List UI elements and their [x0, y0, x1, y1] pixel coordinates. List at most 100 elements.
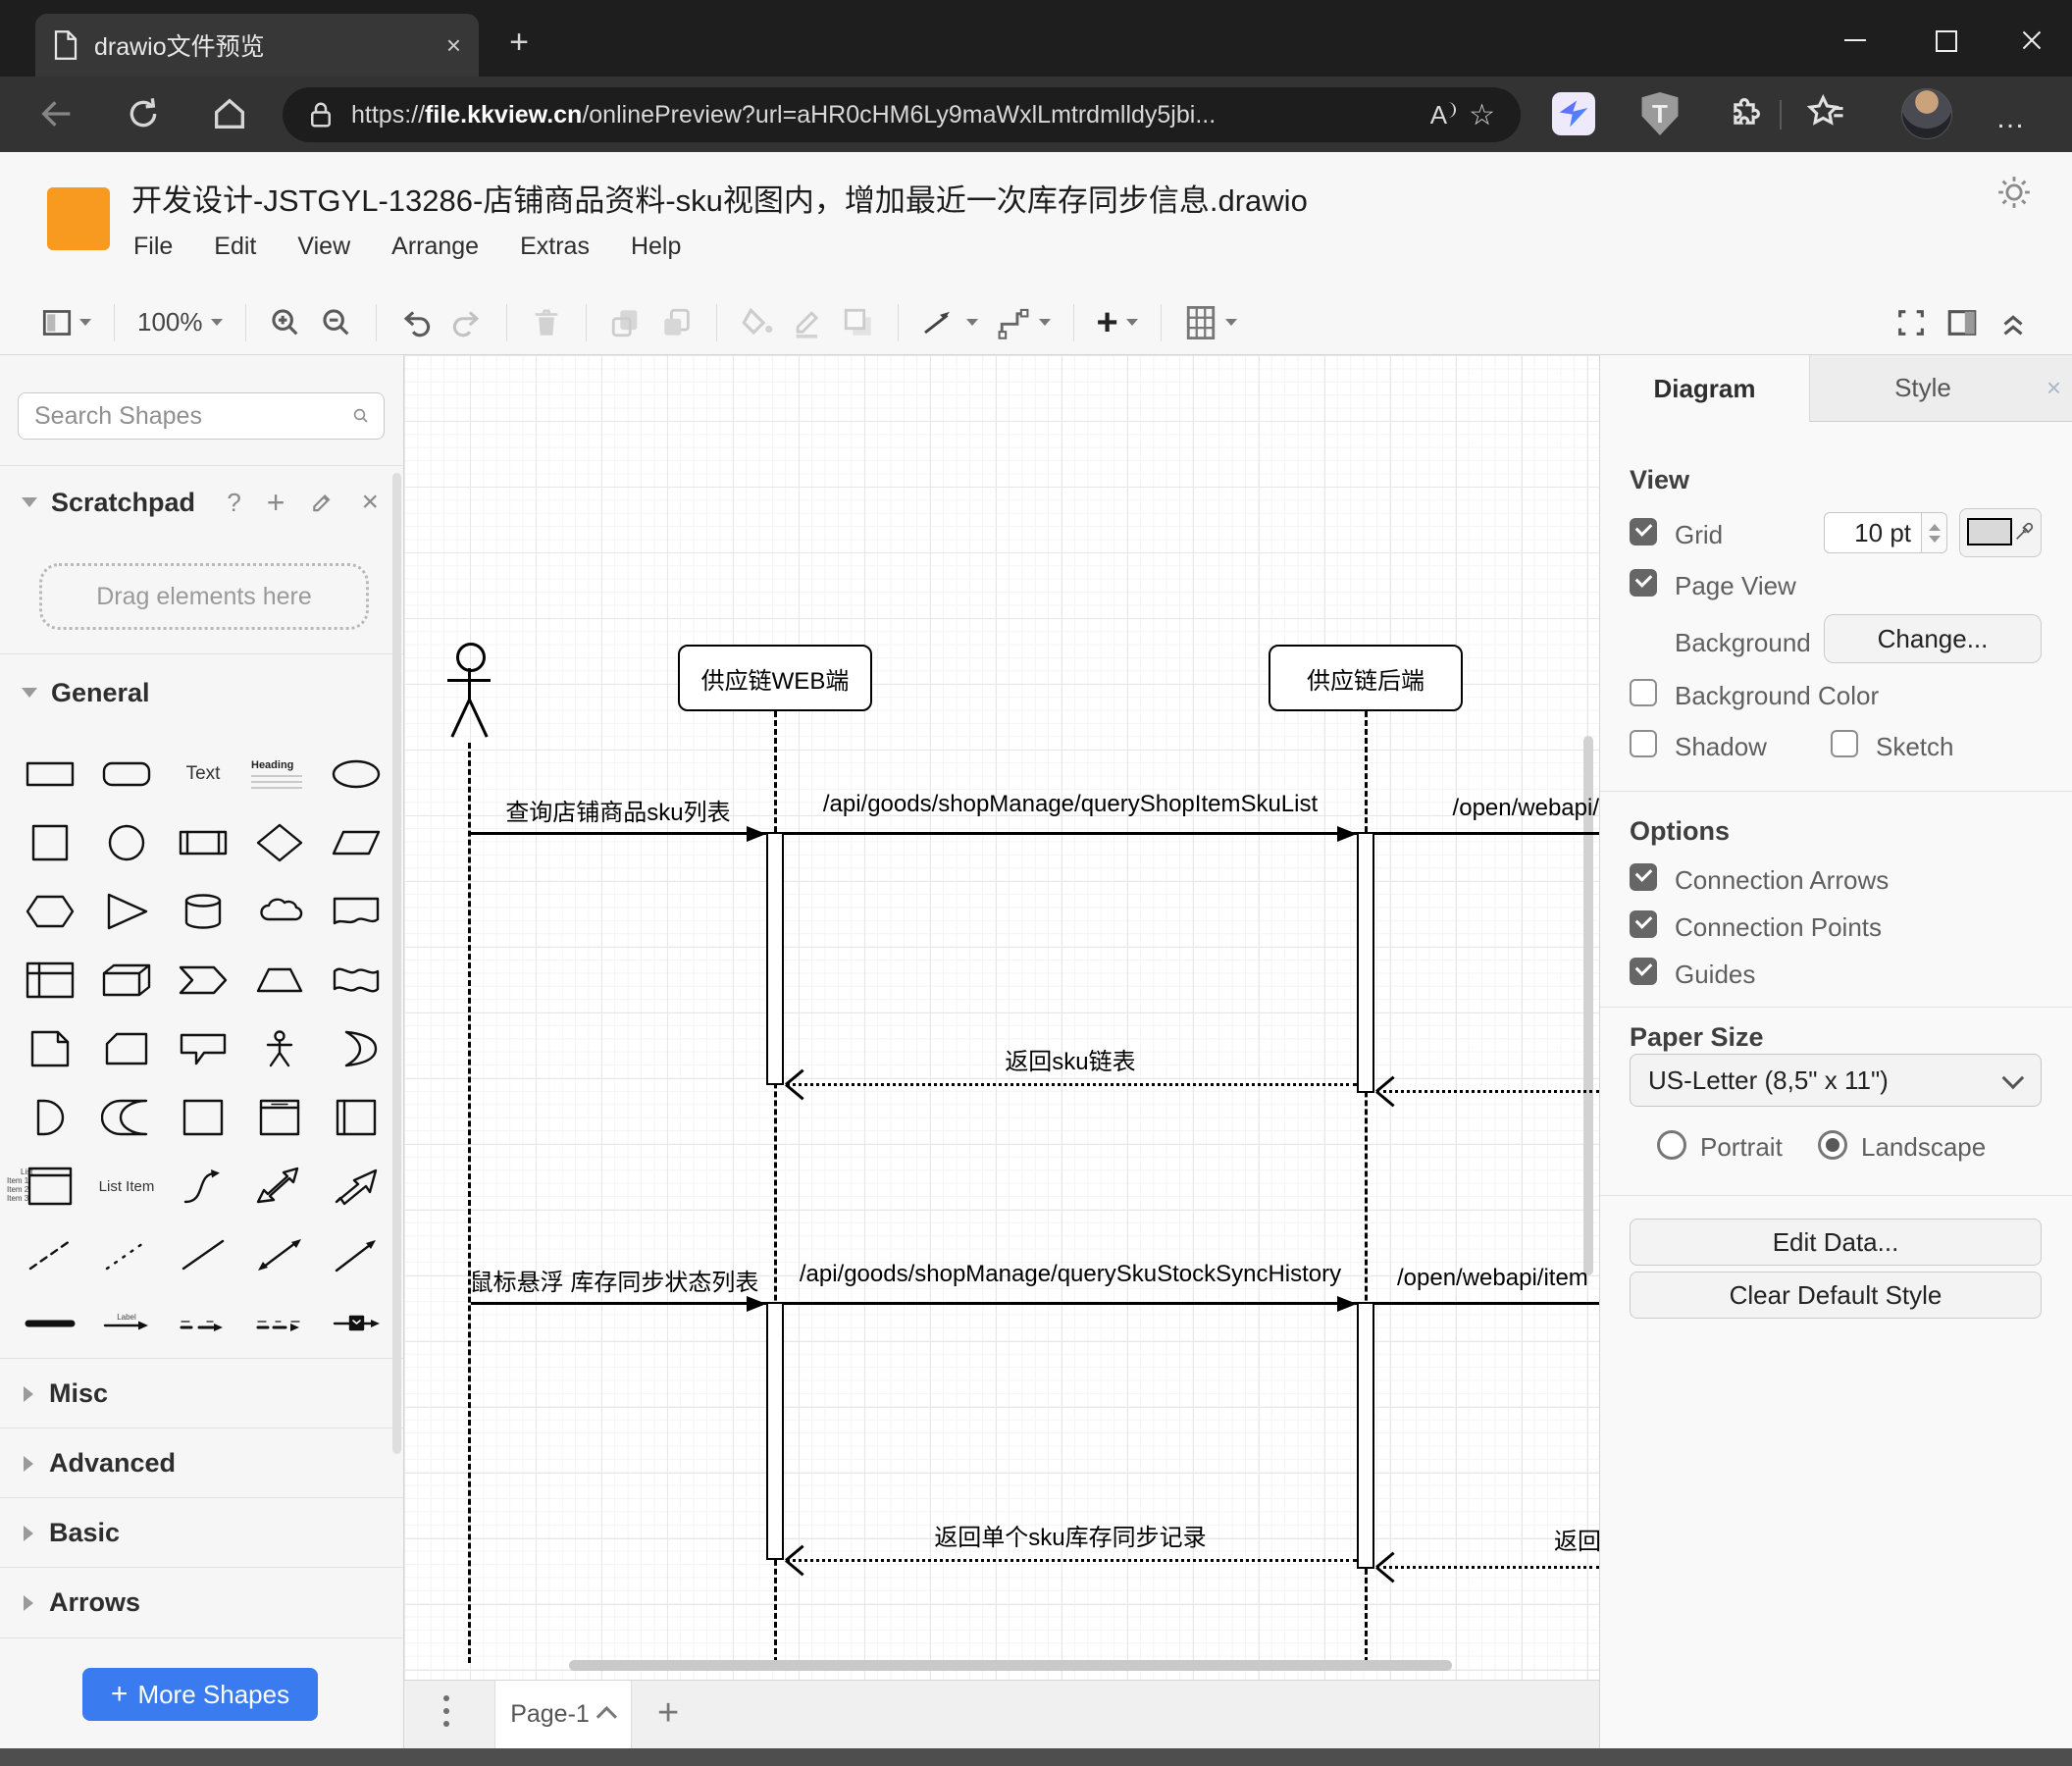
- return-label[interactable]: 返回sku链表: [784, 1042, 1357, 1076]
- background-color-checkbox[interactable]: [1630, 679, 1657, 706]
- shape-link[interactable]: [12, 1289, 88, 1358]
- fullscreen-icon[interactable]: [1894, 303, 1928, 342]
- scratchpad-help-icon[interactable]: ?: [227, 488, 240, 518]
- message-label[interactable]: /api/goods/shopManage/querySkuStockSyncH…: [784, 1261, 1357, 1288]
- activation-backend-1[interactable]: [1357, 832, 1374, 1093]
- theme-toggle-icon[interactable]: [1995, 174, 2033, 211]
- return-line[interactable]: [786, 1559, 1357, 1562]
- zoom-out-icon[interactable]: [320, 303, 353, 342]
- panel-close-icon[interactable]: ×: [2036, 355, 2072, 422]
- shape-process[interactable]: [165, 808, 241, 877]
- message-line[interactable]: [784, 832, 1357, 835]
- fill-color-icon[interactable]: [740, 303, 773, 342]
- shape-dotted-line[interactable]: [88, 1221, 165, 1289]
- shape-or[interactable]: [318, 1014, 394, 1083]
- message-label[interactable]: 鼠标悬浮 库存同步状态列表: [461, 1263, 767, 1297]
- section-basic[interactable]: Basic: [0, 1497, 403, 1568]
- format-panel-toggle-icon[interactable]: [1945, 303, 1979, 342]
- shadow-icon[interactable]: [842, 303, 875, 342]
- shape-tape[interactable]: [318, 946, 394, 1014]
- section-arrows[interactable]: Arrows: [0, 1567, 403, 1638]
- background-change-button[interactable]: Change...: [1824, 614, 2042, 663]
- refresh-icon[interactable]: [124, 94, 163, 133]
- shape-edge-with-labels[interactable]: [241, 1289, 318, 1358]
- shape-ellipse[interactable]: [318, 740, 394, 808]
- scratchpad-header[interactable]: Scratchpad ? + ×: [0, 481, 403, 524]
- shape-trapezoid[interactable]: [241, 946, 318, 1014]
- diagram-canvas[interactable]: 供应链WEB端 供应链后端 查询店铺商品sku列表 /api/goods/sho…: [404, 355, 1599, 1680]
- connection-arrows-checkbox[interactable]: [1630, 863, 1657, 891]
- landscape-radio[interactable]: [1818, 1130, 1847, 1160]
- shape-edge-with-source-label[interactable]: [165, 1289, 241, 1358]
- search-input[interactable]: [32, 400, 352, 432]
- connection-points-checkbox[interactable]: [1630, 910, 1657, 938]
- actor-icon[interactable]: [456, 643, 486, 672]
- view-panels-button[interactable]: [42, 303, 91, 342]
- grid-size-stepper[interactable]: [1922, 512, 1947, 553]
- activation-web-1[interactable]: [766, 832, 784, 1085]
- return-label[interactable]: 返回单个sku库存同步记录: [784, 1518, 1357, 1552]
- shape-bidirectional-connector[interactable]: [241, 1221, 318, 1289]
- message-label[interactable]: /open/webapi/item: [1397, 1265, 1599, 1292]
- shape-callout[interactable]: [165, 1014, 241, 1083]
- collections-star-icon[interactable]: [1805, 92, 1848, 135]
- extensions-puzzle-icon[interactable]: [1723, 92, 1766, 135]
- shape-document[interactable]: [318, 877, 394, 946]
- edit-data-button[interactable]: Edit Data...: [1630, 1219, 2042, 1266]
- portrait-radio[interactable]: [1657, 1130, 1686, 1160]
- shape-rectangle[interactable]: [12, 740, 88, 808]
- shape-list-item[interactable]: List Item: [88, 1152, 165, 1221]
- shape-dashed-line[interactable]: [12, 1221, 88, 1289]
- collapse-expand-icon[interactable]: [1996, 303, 2030, 342]
- grid-size-input[interactable]: 10 pt: [1824, 512, 1922, 553]
- scratchpad-add-icon[interactable]: +: [267, 485, 285, 521]
- participant-web[interactable]: 供应链WEB端: [678, 645, 872, 711]
- window-maximize-button[interactable]: [1933, 27, 1958, 53]
- shape-curve[interactable]: [165, 1152, 241, 1221]
- scratchpad-edit-icon[interactable]: [310, 490, 336, 515]
- message-line[interactable]: [1374, 832, 1599, 835]
- to-back-icon[interactable]: [660, 303, 694, 342]
- edge-style-button[interactable]: [921, 303, 978, 342]
- browser-menu-icon[interactable]: …: [1995, 102, 2029, 135]
- shape-search[interactable]: [18, 392, 385, 440]
- shape-and[interactable]: [12, 1083, 88, 1152]
- read-aloud-icon[interactable]: A: [1430, 100, 1457, 130]
- shape-container[interactable]: [165, 1083, 241, 1152]
- activation-backend-2[interactable]: [1357, 1302, 1374, 1569]
- menu-file[interactable]: File: [133, 233, 173, 261]
- page-view-checkbox[interactable]: [1630, 569, 1657, 597]
- return-line[interactable]: [786, 1083, 1357, 1086]
- shape-parallelogram[interactable]: [318, 808, 394, 877]
- back-icon[interactable]: [37, 94, 77, 133]
- message-line[interactable]: [784, 1302, 1357, 1305]
- section-advanced[interactable]: Advanced: [0, 1428, 403, 1498]
- browser-tab[interactable]: drawio文件预览 ×: [35, 14, 479, 77]
- horizontal-scrollbar[interactable]: [569, 1660, 1452, 1671]
- shape-directional-connector[interactable]: [318, 1221, 394, 1289]
- return-label[interactable]: 返回: [1554, 1522, 1599, 1556]
- shape-vertical-container[interactable]: [241, 1083, 318, 1152]
- shape-diamond[interactable]: [241, 808, 318, 877]
- shape-step[interactable]: [165, 946, 241, 1014]
- shape-circle[interactable]: [88, 808, 165, 877]
- sidebar-scrollbar[interactable]: [392, 473, 401, 1454]
- return-line[interactable]: [1376, 1090, 1599, 1093]
- insert-button[interactable]: +: [1097, 303, 1138, 342]
- tab-diagram[interactable]: Diagram: [1600, 355, 1810, 422]
- more-shapes-button[interactable]: + More Shapes: [82, 1668, 318, 1721]
- shape-data-storage[interactable]: [88, 1083, 165, 1152]
- new-tab-button[interactable]: +: [502, 26, 536, 59]
- page-tab[interactable]: Page-1: [494, 1681, 632, 1748]
- shape-triangle[interactable]: [88, 877, 165, 946]
- zoom-level-button[interactable]: 100%: [137, 303, 223, 342]
- participant-backend[interactable]: 供应链后端: [1269, 645, 1463, 711]
- shape-cube[interactable]: [88, 946, 165, 1014]
- pages-menu-icon[interactable]: [443, 1695, 449, 1727]
- to-front-icon[interactable]: [609, 303, 643, 342]
- menu-extras[interactable]: Extras: [520, 233, 590, 261]
- window-minimize-button[interactable]: [1842, 27, 1868, 53]
- activation-web-2[interactable]: [766, 1302, 784, 1560]
- tab-style[interactable]: Style: [1810, 355, 2036, 422]
- message-line[interactable]: [471, 1302, 766, 1305]
